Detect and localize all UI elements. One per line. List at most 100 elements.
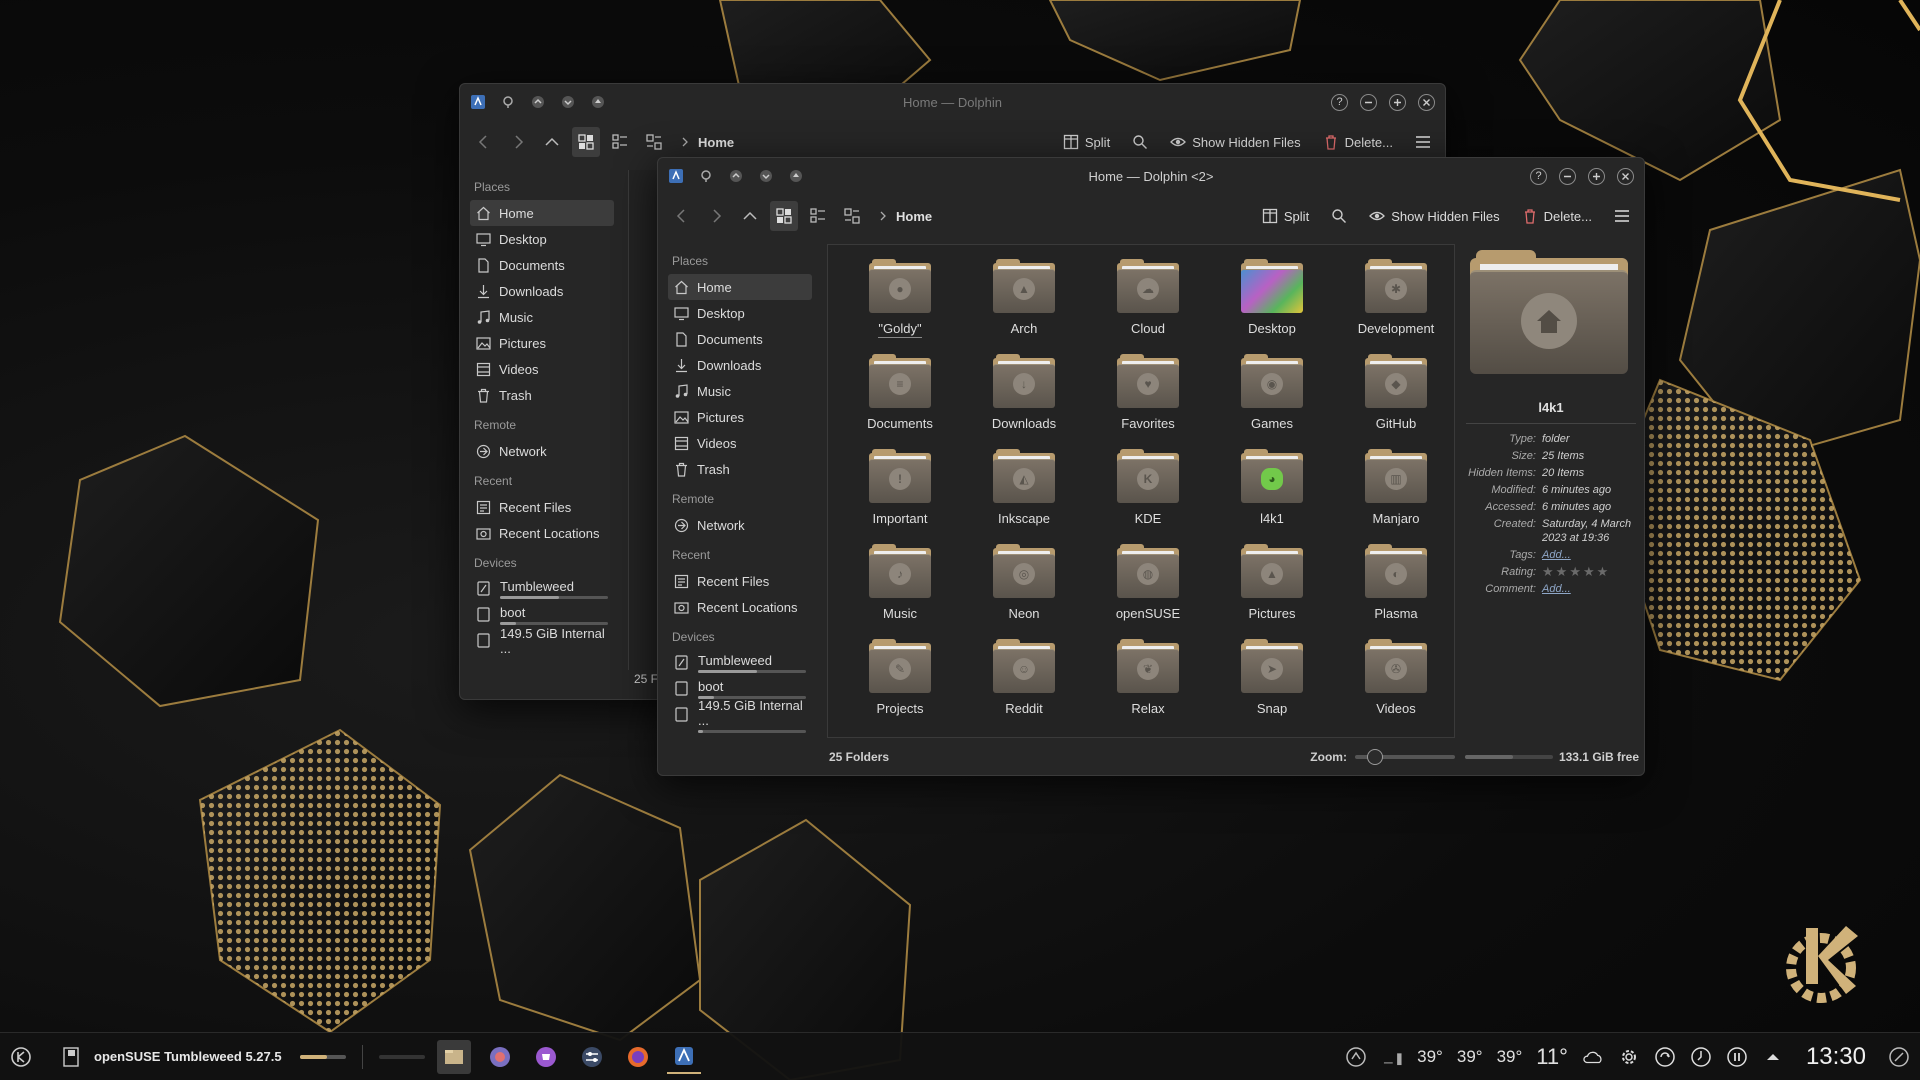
rating-stars[interactable]: ★ ★ ★ ★ ★ (1542, 565, 1608, 579)
tray-expand-button[interactable] (1762, 1046, 1784, 1068)
icons-view-button[interactable] (572, 127, 600, 157)
sidebar-item-downloads[interactable]: Downloads (470, 278, 614, 304)
sidebar-item-music[interactable]: Music (668, 378, 812, 404)
up-button[interactable] (538, 127, 566, 157)
tray-cpu-graph[interactable] (1381, 1046, 1403, 1068)
folder-item[interactable]: ➤ Snap (1210, 637, 1334, 732)
folder-item[interactable]: ◕ l4k1 (1210, 447, 1334, 542)
star-icon[interactable]: ★ (1542, 565, 1554, 579)
folder-item[interactable]: ◎ Neon (962, 542, 1086, 637)
sidebar-item-videos[interactable]: Videos (470, 356, 614, 382)
pin-icon[interactable] (500, 94, 516, 110)
star-icon[interactable]: ★ (1583, 565, 1595, 579)
split-button[interactable]: Split (1059, 127, 1114, 157)
folder-item[interactable]: ◐ Plasma (1334, 542, 1458, 637)
titlebar[interactable]: Home — Dolphin ? (460, 84, 1445, 120)
maximize-button[interactable] (1389, 93, 1406, 111)
sidebar-item-music[interactable]: Music (470, 304, 614, 330)
folder-item[interactable]: ≡ Documents (838, 352, 962, 447)
hamburger-menu-button[interactable] (1610, 201, 1634, 231)
sidebar-item-network[interactable]: Network (668, 512, 812, 538)
breadcrumb[interactable]: Home (680, 135, 734, 150)
show-hidden-files-button[interactable]: Show Hidden Files (1365, 201, 1503, 231)
folder-item[interactable]: K KDE (1086, 447, 1210, 542)
maximize-button[interactable] (1588, 167, 1605, 185)
shade-icon[interactable] (590, 94, 606, 110)
show-hidden-files-button[interactable]: Show Hidden Files (1166, 127, 1304, 157)
sidebar-item-recent-files[interactable]: Recent Files (470, 494, 614, 520)
hamburger-menu-button[interactable] (1411, 127, 1435, 157)
folder-item[interactable]: ☁ Cloud (1086, 257, 1210, 352)
keep-above-icon[interactable] (728, 168, 744, 184)
keep-below-icon[interactable] (560, 94, 576, 110)
minimize-button[interactable] (1360, 93, 1377, 111)
keep-below-icon[interactable] (758, 168, 774, 184)
task-firefox[interactable] (621, 1040, 655, 1074)
close-button[interactable] (1617, 167, 1634, 185)
sidebar-item-recent-locations[interactable]: Recent Locations (668, 594, 812, 620)
dolphin-window-front[interactable]: Home — Dolphin <2> ? Home Split Show Hid… (657, 157, 1645, 776)
pager-button[interactable] (60, 1046, 82, 1068)
weather-temperature[interactable]: 11° (1536, 1044, 1568, 1070)
delete-button[interactable]: Delete... (1518, 201, 1596, 231)
task-konqi[interactable] (483, 1040, 517, 1074)
sidebar-item-recent-files[interactable]: Recent Files (668, 568, 812, 594)
folder-item[interactable]: ◆ GitHub (1334, 352, 1458, 447)
folder-item[interactable]: Desktop (1210, 257, 1334, 352)
details-view-button[interactable] (640, 127, 668, 157)
sidebar-device-internal[interactable]: 149.5 GiB Internal ... (470, 626, 614, 656)
tray-updates[interactable] (1345, 1046, 1367, 1068)
shade-icon[interactable] (788, 168, 804, 184)
star-icon[interactable]: ★ (1569, 565, 1581, 579)
icons-view-button[interactable] (770, 201, 798, 231)
sidebar-item-downloads[interactable]: Downloads (668, 352, 812, 378)
folder-item[interactable]: ✎ Projects (838, 637, 962, 732)
sidebar-item-network[interactable]: Network (470, 438, 614, 464)
search-button[interactable] (1128, 127, 1152, 157)
sidebar-device-tumbleweed[interactable]: Tumbleweed (668, 650, 812, 676)
delete-button[interactable]: Delete... (1319, 127, 1397, 157)
add-comment-link[interactable]: Add... (1542, 582, 1571, 596)
sidebar-item-desktop[interactable]: Desktop (668, 300, 812, 326)
sidebar-item-home[interactable]: Home (470, 200, 614, 226)
search-button[interactable] (1327, 201, 1351, 231)
sidebar-device-boot[interactable]: boot (470, 602, 614, 628)
sidebar-item-documents[interactable]: Documents (668, 326, 812, 352)
details-view-button[interactable] (838, 201, 866, 231)
folder-item[interactable]: ✱ Development (1334, 257, 1458, 352)
tray-media-pause[interactable] (1726, 1046, 1748, 1068)
folder-item[interactable]: ● "Goldy" (838, 257, 962, 352)
folder-item[interactable]: ◭ Inkscape (962, 447, 1086, 542)
folder-item[interactable]: ▲ Arch (962, 257, 1086, 352)
volume-bar[interactable] (299, 1054, 346, 1059)
help-button[interactable]: ? (1331, 93, 1348, 111)
sidebar-item-trash[interactable]: Trash (470, 382, 614, 408)
folder-item[interactable]: ☺ Reddit (962, 637, 1086, 732)
sidebar-item-trash[interactable]: Trash (668, 456, 812, 482)
forward-button[interactable] (702, 201, 730, 231)
folder-item[interactable]: ↓ Downloads (962, 352, 1086, 447)
sidebar-item-pictures[interactable]: Pictures (470, 330, 614, 356)
close-button[interactable] (1418, 93, 1435, 111)
minimize-button[interactable] (1559, 167, 1576, 185)
breadcrumb-home[interactable]: Home (698, 135, 734, 150)
task-system-settings[interactable] (575, 1040, 609, 1074)
split-button[interactable]: Split (1258, 201, 1313, 231)
folder-item[interactable]: ♥ Favorites (1086, 352, 1210, 447)
tray-timer[interactable] (1690, 1046, 1712, 1068)
folder-item[interactable]: ! Important (838, 447, 962, 542)
folder-item[interactable]: ◉ Games (1210, 352, 1334, 447)
back-button[interactable] (470, 127, 498, 157)
task-file-manager[interactable] (436, 1039, 471, 1074)
up-button[interactable] (736, 201, 764, 231)
zoom-slider[interactable] (1354, 749, 1455, 765)
sidebar-item-pictures[interactable]: Pictures (668, 404, 812, 430)
keep-above-icon[interactable] (530, 94, 546, 110)
breadcrumb-home[interactable]: Home (896, 209, 932, 224)
forward-button[interactable] (504, 127, 532, 157)
breadcrumb[interactable]: Home (878, 209, 932, 224)
help-button[interactable]: ? (1530, 167, 1547, 185)
sidebar-item-desktop[interactable]: Desktop (470, 226, 614, 252)
pin-icon[interactable] (698, 168, 714, 184)
back-button[interactable] (668, 201, 696, 231)
